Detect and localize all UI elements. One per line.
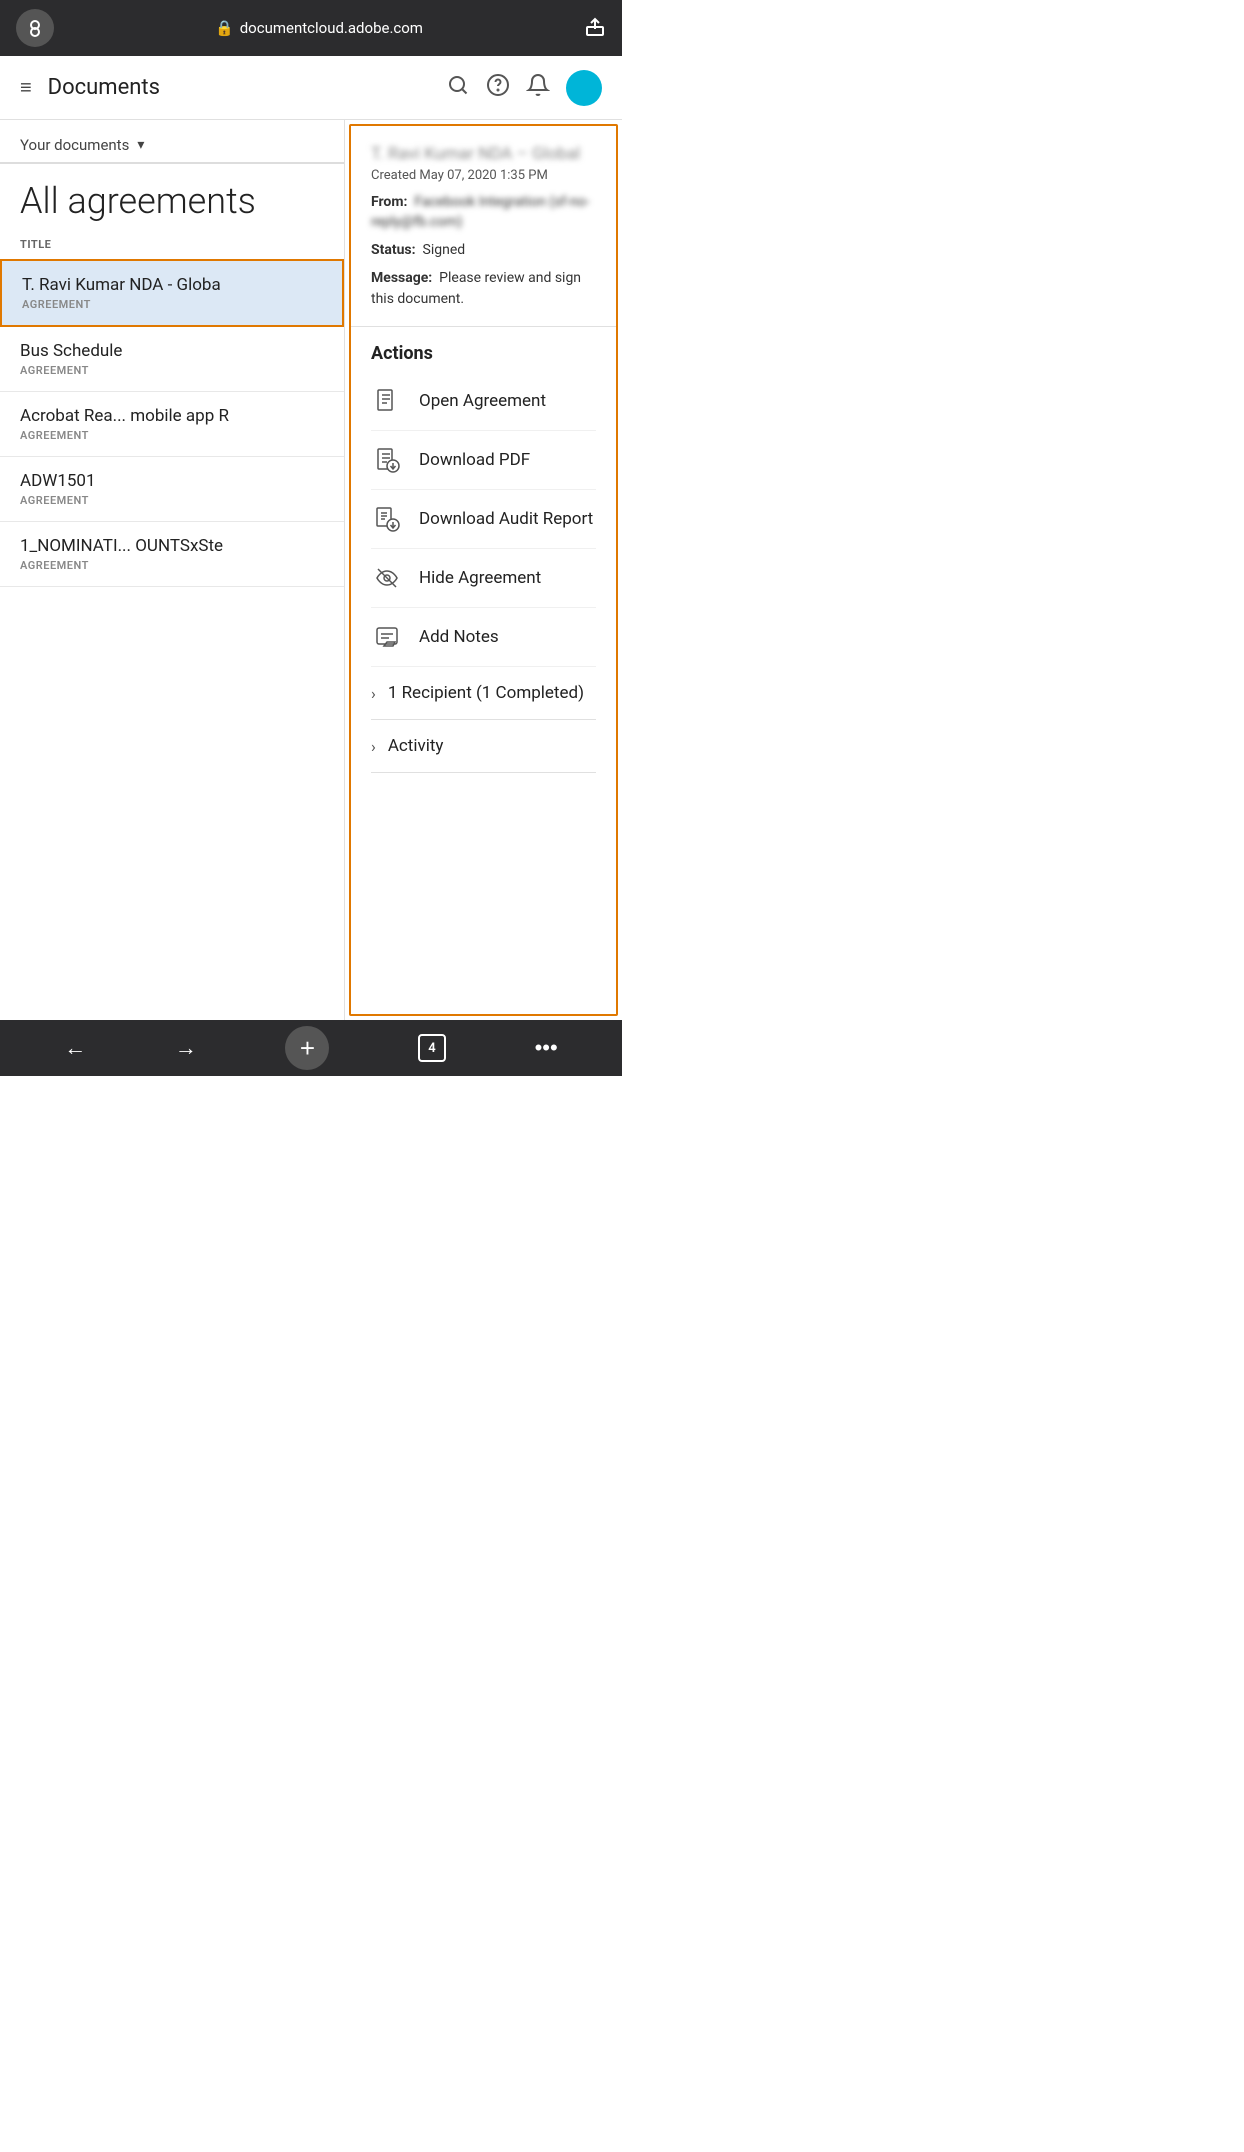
filter-chevron-icon: ▾ (137, 137, 144, 153)
agreement-item-2[interactable]: Acrobat Rea... mobile app R AGREEMENT (0, 392, 344, 457)
detail-from: From: Facebook Integration (sf-no-reply@… (371, 193, 596, 232)
action-download-audit[interactable]: Download Audit Report (371, 490, 596, 549)
agreement-type-3: AGREEMENT (20, 494, 324, 507)
bottom-bar: ← → + 4 ••• (0, 1020, 622, 1076)
download-audit-label: Download Audit Report (419, 509, 593, 529)
forward-button[interactable]: → (175, 1035, 197, 1061)
action-download-pdf[interactable]: Download PDF (371, 431, 596, 490)
agreement-item-4[interactable]: 1_NOMINATI... OUNTSxSte AGREEMENT (0, 522, 344, 587)
main-content: Your documents ▾ All agreements TITLE T.… (0, 120, 622, 1020)
all-agreements-title: All agreements (0, 164, 344, 234)
detail-panel: T. Ravi Kumar NDA – Global Created May 0… (349, 124, 618, 1016)
action-hide-agreement[interactable]: Hide Agreement (371, 549, 596, 608)
filter-label: Your documents (20, 136, 129, 154)
activity-expand[interactable]: › Activity (371, 720, 596, 773)
share-icon[interactable] (584, 15, 606, 42)
agreement-name-2: Acrobat Rea... mobile app R (20, 406, 300, 426)
app-title: Documents (48, 75, 430, 100)
agreement-item-3[interactable]: ADW1501 AGREEMENT (0, 457, 344, 522)
back-button[interactable]: ← (64, 1035, 86, 1061)
help-icon[interactable] (486, 73, 510, 103)
detail-title: T. Ravi Kumar NDA – Global (371, 144, 596, 164)
detail-status: Status: Signed (371, 242, 596, 258)
recipients-chevron-icon: › (371, 684, 376, 703)
col-header-title: TITLE (0, 234, 344, 259)
lock-icon: 🔒 (215, 19, 234, 37)
agreement-type-0: AGREEMENT (22, 298, 322, 311)
download-pdf-label: Download PDF (419, 450, 530, 470)
action-add-notes[interactable]: Add Notes (371, 608, 596, 667)
tab-count[interactable]: 4 (418, 1034, 446, 1062)
message-label: Message: (371, 270, 432, 286)
hide-agreement-icon (371, 562, 403, 594)
new-tab-button[interactable]: + (285, 1026, 329, 1070)
recipients-expand[interactable]: › 1 Recipient (1 Completed) (371, 667, 596, 720)
app-header: ≡ Documents (0, 56, 622, 120)
activity-chevron-icon: › (371, 737, 376, 756)
download-pdf-icon (371, 444, 403, 476)
detail-header: T. Ravi Kumar NDA – Global Created May 0… (351, 126, 616, 327)
agreement-item-0[interactable]: T. Ravi Kumar NDA - Globa AGREEMENT (0, 259, 344, 327)
browser-logo-icon (16, 9, 54, 47)
recipients-label: 1 Recipient (1 Completed) (388, 683, 584, 703)
hamburger-menu-icon[interactable]: ≡ (20, 75, 32, 100)
agreement-type-1: AGREEMENT (20, 364, 324, 377)
left-panel: Your documents ▾ All agreements TITLE T.… (0, 120, 345, 1020)
agreement-item-1[interactable]: Bus Schedule AGREEMENT (0, 327, 344, 392)
search-icon[interactable] (446, 73, 470, 103)
add-notes-label: Add Notes (419, 627, 499, 647)
header-icons (446, 70, 602, 106)
bell-icon[interactable] (526, 73, 550, 103)
open-agreement-icon (371, 385, 403, 417)
browser-chrome: 🔒 documentcloud.adobe.com (0, 0, 622, 56)
doc-filter[interactable]: Your documents ▾ (0, 120, 344, 164)
agreement-name-4: 1_NOMINATI... OUNTSxSte (20, 536, 300, 556)
avatar[interactable] (566, 70, 602, 106)
url-text: documentcloud.adobe.com (240, 19, 423, 37)
download-audit-icon (371, 503, 403, 535)
more-button[interactable]: ••• (535, 1035, 558, 1061)
action-open-agreement[interactable]: Open Agreement (371, 372, 596, 431)
add-notes-icon (371, 621, 403, 653)
hide-agreement-label: Hide Agreement (419, 568, 541, 588)
agreement-name-0: T. Ravi Kumar NDA - Globa (22, 275, 302, 295)
open-agreement-label: Open Agreement (419, 391, 546, 411)
actions-section: Actions Open Agreement (351, 327, 616, 789)
agreement-type-4: AGREEMENT (20, 559, 324, 572)
from-label: From: (371, 194, 407, 210)
detail-message: Message: Please review and sign this doc… (371, 268, 596, 310)
activity-label: Activity (388, 736, 444, 756)
detail-created: Created May 07, 2020 1:35 PM (371, 168, 596, 183)
status-label: Status: (371, 242, 416, 258)
status-value: Signed (423, 242, 466, 258)
agreement-type-2: AGREEMENT (20, 429, 324, 442)
actions-title: Actions (371, 343, 596, 364)
agreement-name-3: ADW1501 (20, 471, 300, 491)
agreement-name-1: Bus Schedule (20, 341, 300, 361)
url-bar[interactable]: 🔒 documentcloud.adobe.com (215, 19, 423, 37)
